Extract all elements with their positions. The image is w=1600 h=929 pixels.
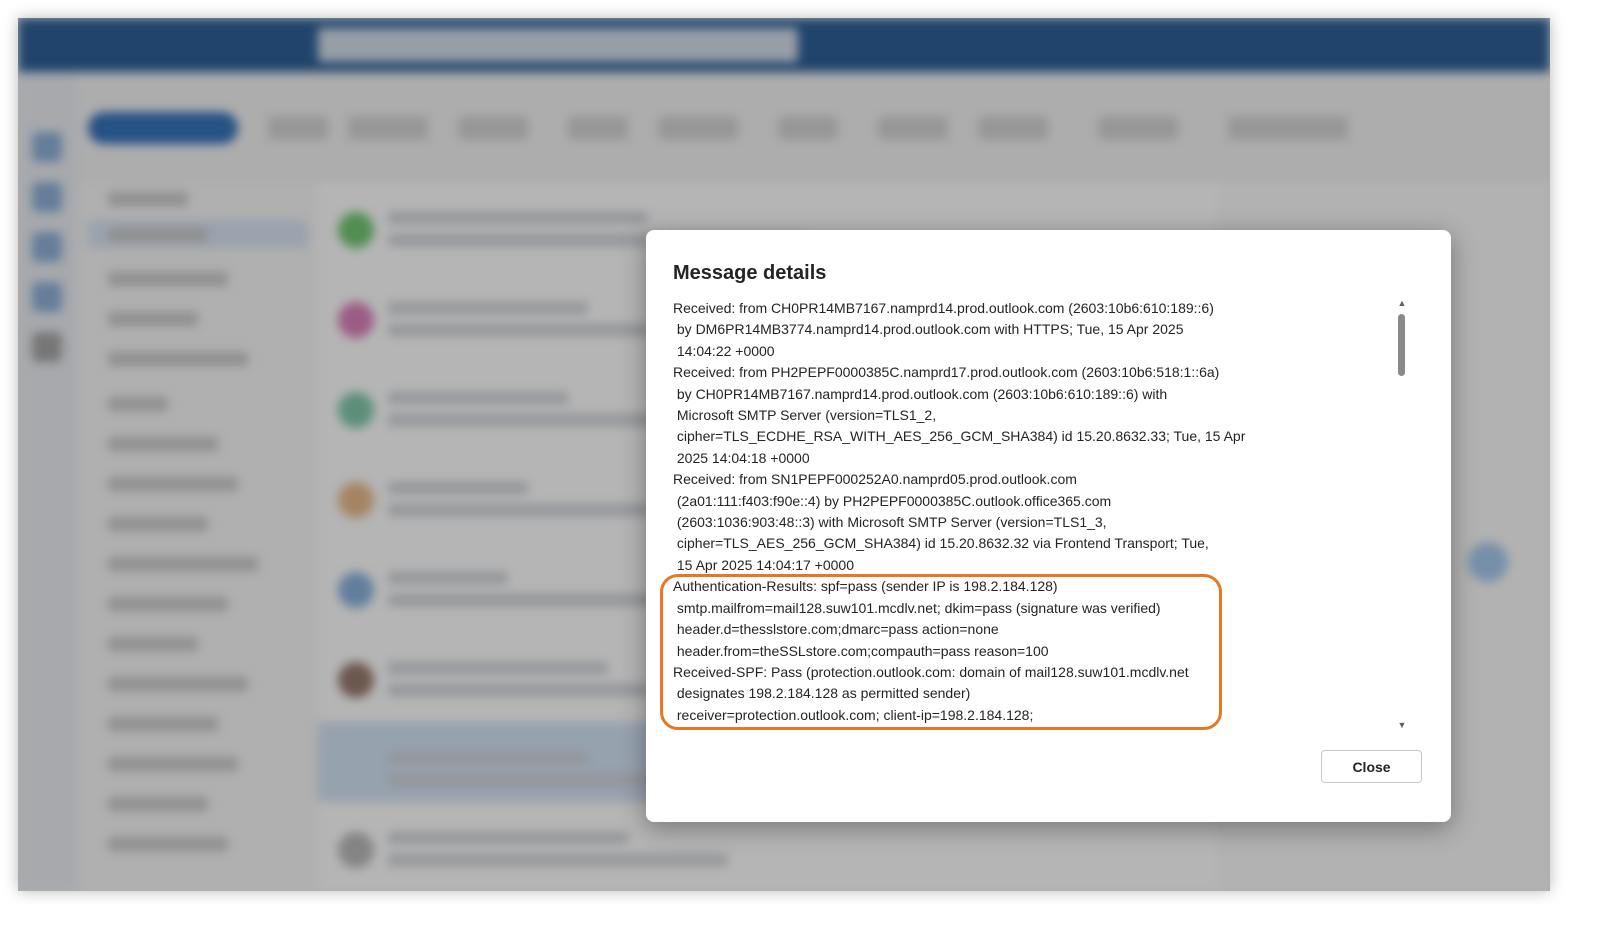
- header-line: 2025 14:04:18 +0000: [673, 449, 810, 466]
- header-line: Received: from PH2PEPF0000385C.namprd17.…: [673, 364, 1220, 381]
- header-line: receiver=protection.outlook.com; client-…: [673, 706, 1034, 723]
- message-details-dialog: Message details Received: from CH0PR14MB…: [646, 230, 1451, 822]
- header-line: Received-SPF: Pass (protection.outlook.c…: [673, 663, 1189, 680]
- header-line: smtp.mailfrom=mail128.suw101.mcdlv.net; …: [673, 599, 1161, 616]
- header-line: cipher=TLS_AES_256_GCM_SHA384) id 15.20.…: [673, 535, 1209, 552]
- header-line: Received: from CH0PR14MB7167.namprd14.pr…: [673, 300, 1214, 316]
- scroll-thumb[interactable]: [1398, 314, 1405, 376]
- header-line: (2a01:111:f403:f90e::4) by PH2PEPF000038…: [673, 492, 1112, 509]
- header-line: Received: from SN1PEPF000252A0.namprd05.…: [673, 471, 1077, 488]
- header-line: 15 Apr 2025 14:04:17 +0000: [673, 556, 854, 573]
- scroll-up-arrow-icon[interactable]: ▲: [1397, 298, 1407, 308]
- dialog-title: Message details: [673, 262, 827, 284]
- header-line: 14:04:22 +0000: [673, 342, 775, 359]
- header-line: by DM6PR14MB3774.namprd14.prod.outlook.c…: [673, 321, 1184, 338]
- header-line: (2603:1036:903:48::3) with Microsoft SMT…: [673, 514, 1107, 531]
- header-line: header.d=thesslstore.com;dmarc=pass acti…: [673, 621, 999, 638]
- header-line: by CH0PR14MB7167.namprd14.prod.outlook.c…: [673, 385, 1168, 402]
- header-line: designates 198.2.184.128 as permitted se…: [673, 685, 971, 702]
- header-line: Microsoft SMTP Server (version=TLS1_2,: [673, 407, 937, 424]
- header-line: header.from=theSSLstore.com;compauth=pas…: [673, 642, 1049, 659]
- message-headers-text[interactable]: Received: from CH0PR14MB7167.namprd14.pr…: [673, 298, 1393, 730]
- close-button[interactable]: Close: [1321, 750, 1422, 783]
- headers-scrollbar[interactable]: ▲ ▼: [1395, 298, 1409, 730]
- scroll-down-arrow-icon[interactable]: ▼: [1397, 720, 1407, 730]
- header-line: Authentication-Results: spf=pass (sender…: [673, 578, 1058, 595]
- header-line: cipher=TLS_ECDHE_RSA_WITH_AES_256_GCM_SH…: [673, 428, 1246, 445]
